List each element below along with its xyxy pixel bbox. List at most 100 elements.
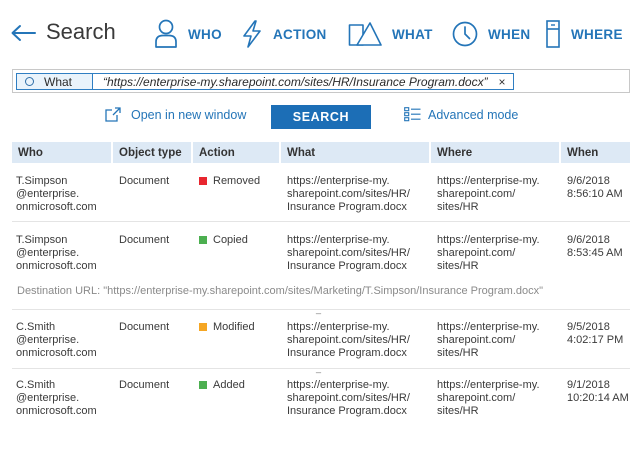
what-cell: https://enterprise-my. sharepoint.com/si… xyxy=(281,234,431,274)
where-line: https://enterprise-my. xyxy=(437,379,540,391)
what-cell: https://enterprise-my. sharepoint.com/si… xyxy=(281,379,431,423)
clock-icon xyxy=(452,21,478,47)
nav-where[interactable]: WHERE xyxy=(545,16,623,52)
action-cell: Copied xyxy=(193,234,281,274)
where-cell: https://enterprise-my. sharepoint.com/ s… xyxy=(431,379,561,423)
column-header-who[interactable]: Who xyxy=(12,142,113,163)
column-header-where[interactable]: Where xyxy=(431,142,561,163)
nav-what[interactable]: WHAT xyxy=(348,16,433,52)
action-cell: Removed xyxy=(193,175,281,219)
list-icon xyxy=(404,107,421,122)
when-cell: 9/6/2018 8:56:10 AM xyxy=(561,175,630,219)
where-line: sharepoint.com/ xyxy=(437,188,516,200)
who-cell: C.Smith @enterprise. onmicrosoft.com xyxy=(12,321,113,365)
lightning-icon xyxy=(243,20,261,48)
nav-when[interactable]: WHEN xyxy=(452,16,530,52)
action-label: Added xyxy=(213,379,245,391)
search-filter-bar[interactable]: What “https://enterprise-my.sharepoint.c… xyxy=(12,69,630,93)
when-line: 9/5/2018 xyxy=(567,321,610,333)
column-header-when[interactable]: When xyxy=(561,142,630,163)
nav-what-label: WHAT xyxy=(392,26,433,42)
column-header-action[interactable]: Action xyxy=(193,142,281,163)
nav-action[interactable]: ACTION xyxy=(241,16,327,52)
who-line: C.Smith xyxy=(16,379,56,391)
what-line: Insurance Program.docx xyxy=(287,201,407,213)
filter-chip[interactable]: What “https://enterprise-my.sharepoint.c… xyxy=(16,73,514,90)
object-type-cell: Document xyxy=(119,379,170,391)
table-row[interactable]: T.Simpson @enterprise. onmicrosoft.com D… xyxy=(12,175,630,219)
who-line: C.Smith xyxy=(16,321,56,333)
status-square xyxy=(199,236,207,244)
object-type-cell: Document xyxy=(119,321,170,333)
object-type-cell: Document xyxy=(119,175,170,187)
row-divider xyxy=(12,221,630,222)
database-icon xyxy=(546,20,560,48)
what-line: Insurance Program.docx xyxy=(287,347,407,359)
who-line: onmicrosoft.com xyxy=(16,405,97,417)
filter-field[interactable]: What xyxy=(17,74,93,89)
what-cell: https://enterprise-my. sharepoint.com/si… xyxy=(281,321,431,365)
when-line: 9/6/2018 xyxy=(567,234,610,246)
when-line: 9/1/2018 xyxy=(567,379,610,391)
who-line: T.Simpson xyxy=(16,175,68,187)
column-header-object-type[interactable]: Object type xyxy=(113,142,193,163)
where-line: sharepoint.com/ xyxy=(437,392,516,404)
results-table: Who Object type Action What Where When T… xyxy=(12,142,630,423)
nav-when-label: WHEN xyxy=(488,26,531,42)
who-line: @enterprise. xyxy=(16,334,80,346)
filter-value[interactable]: “https://enterprise-my.sharepoint.com/si… xyxy=(93,74,491,89)
who-line: @enterprise. xyxy=(16,247,80,259)
table-header: Who Object type Action What Where When xyxy=(12,142,630,163)
row-divider: _ xyxy=(12,364,630,373)
page-title: Search xyxy=(46,19,116,44)
open-new-window-label: Open in new window xyxy=(131,108,247,122)
close-icon[interactable]: × xyxy=(491,74,513,89)
who-cell: T.Simpson @enterprise. onmicrosoft.com xyxy=(12,175,113,219)
where-cell: https://enterprise-my. sharepoint.com/ s… xyxy=(431,175,561,219)
table-row[interactable]: T.Simpson @enterprise. onmicrosoft.com D… xyxy=(12,234,630,274)
where-cell: https://enterprise-my. sharepoint.com/ s… xyxy=(431,234,561,274)
when-cell: 9/5/2018 4:02:17 PM xyxy=(561,321,630,365)
table-row[interactable]: C.Smith @enterprise. onmicrosoft.com Doc… xyxy=(12,379,630,423)
nav-where-label: WHERE xyxy=(571,26,623,42)
when-cell: 9/1/2018 10:20:14 AM xyxy=(561,379,630,423)
when-line: 10:20:14 AM xyxy=(567,392,629,404)
when-line: 8:56:10 AM xyxy=(567,188,623,200)
object-type-cell: Document xyxy=(119,234,170,246)
nav-who[interactable]: WHO xyxy=(154,16,222,52)
who-line: @enterprise. xyxy=(16,392,80,404)
external-link-icon xyxy=(105,107,121,122)
action-cell: Added xyxy=(193,379,281,423)
where-line: sharepoint.com/ xyxy=(437,334,516,346)
where-line: https://enterprise-my. xyxy=(437,175,540,187)
radio-icon xyxy=(25,77,34,86)
search-button[interactable]: SEARCH xyxy=(271,105,371,129)
advanced-mode-label: Advanced mode xyxy=(428,107,519,122)
where-cell: https://enterprise-my. sharepoint.com/ s… xyxy=(431,321,561,365)
what-line: sharepoint.com/sites/HR/ xyxy=(287,334,410,346)
who-cell: C.Smith @enterprise. onmicrosoft.com xyxy=(12,379,113,423)
table-row[interactable]: C.Smith @enterprise. onmicrosoft.com Doc… xyxy=(12,321,630,365)
user-icon xyxy=(155,19,177,48)
nav-who-label: WHO xyxy=(188,26,222,42)
where-line: sites/HR xyxy=(437,405,479,417)
who-line: onmicrosoft.com xyxy=(16,201,97,213)
what-line: sharepoint.com/sites/HR/ xyxy=(287,392,410,404)
row-divider: _ xyxy=(12,305,630,314)
what-line: https://enterprise-my. xyxy=(287,175,390,187)
open-new-window-link[interactable]: Open in new window xyxy=(104,107,246,123)
action-label: Modified xyxy=(213,321,255,333)
what-line: https://enterprise-my. xyxy=(287,321,390,333)
column-header-what[interactable]: What xyxy=(281,142,431,163)
where-line: https://enterprise-my. xyxy=(437,234,540,246)
what-line: sharepoint.com/sites/HR/ xyxy=(287,188,410,200)
back-arrow-icon[interactable] xyxy=(10,24,36,42)
advanced-mode-link[interactable]: Advanced mode xyxy=(404,107,518,122)
who-line: T.Simpson xyxy=(16,234,68,246)
where-line: https://enterprise-my. xyxy=(437,321,540,333)
where-line: sites/HR xyxy=(437,260,479,272)
status-square xyxy=(199,323,207,331)
when-line: 9/6/2018 xyxy=(567,175,610,187)
what-line: Insurance Program.docx xyxy=(287,405,407,417)
where-line: sites/HR xyxy=(437,347,479,359)
